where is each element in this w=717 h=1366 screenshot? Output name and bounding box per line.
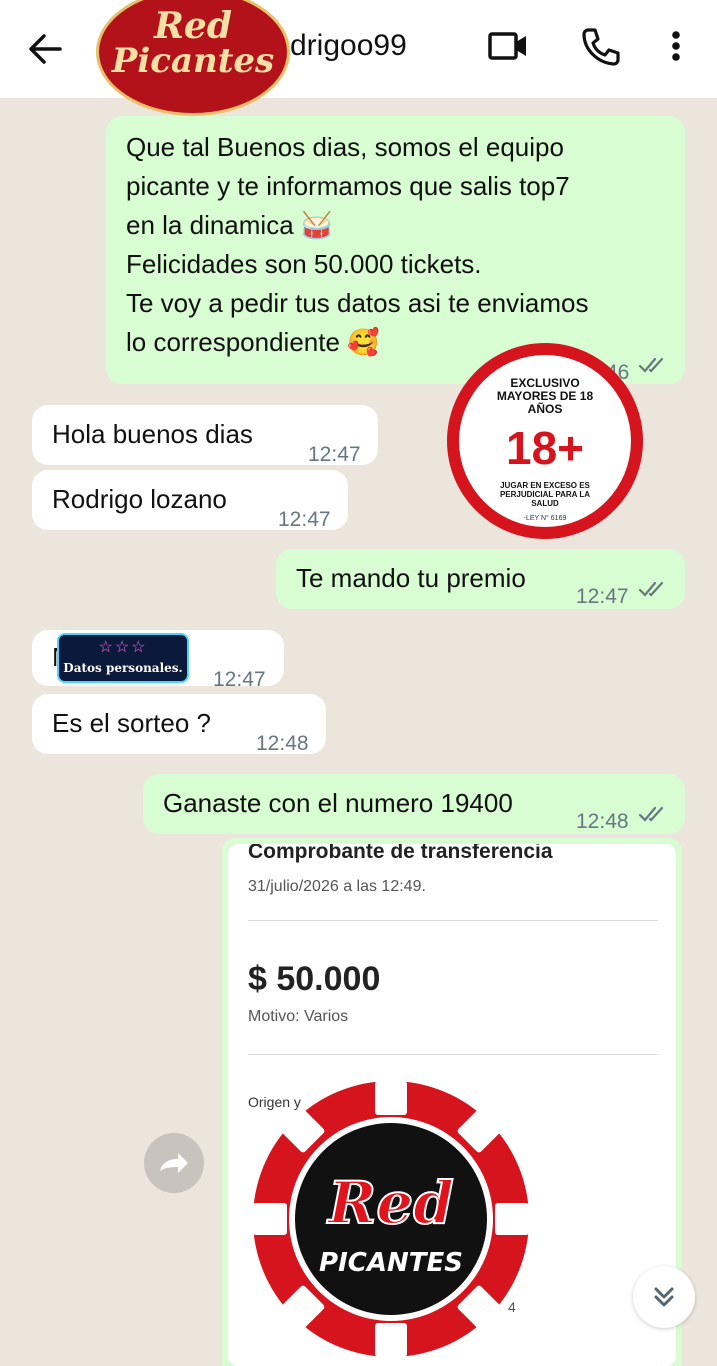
message-bubble-incoming[interactable]: Rodrigo lozano 12:47 (32, 470, 348, 531)
logo-line2: Picantes (111, 41, 275, 81)
read-ticks-icon (638, 806, 664, 822)
contact-name[interactable]: drigoo99 (290, 28, 407, 64)
message-line: picante y te informamos que salis top7 (126, 171, 570, 201)
message-time: 12:47 (308, 443, 361, 466)
receipt-motivo: Motivo: Varios (248, 1008, 349, 1025)
back-arrow-icon[interactable] (24, 28, 66, 70)
read-ticks-icon (638, 357, 664, 373)
message-line: Que tal Buenos dias, somos el equipo (126, 132, 564, 162)
message-line: en la dinamica 🥁 (126, 210, 334, 240)
receipt-date: 31/julio/2026 a las 12:49. (248, 878, 426, 895)
message-line: Felicidades son 50.000 tickets. (126, 249, 482, 279)
chip-logo-line1: Red (326, 1169, 454, 1237)
read-ticks-icon (638, 581, 664, 597)
message-time: 12:47 (576, 585, 629, 608)
seal-18-plus: 18+ (505, 422, 585, 474)
seal-warning-line: SALUD (531, 499, 559, 508)
star-icons: ☆☆☆ (98, 639, 148, 656)
seal-law: -LEY N° 6169 (523, 515, 567, 522)
chip-logo-line2: PICANTES (319, 1248, 463, 1278)
message-bubble-outgoing[interactable]: Que tal Buenos dias, somos el equipo pic… (106, 116, 685, 384)
forward-icon[interactable] (144, 1133, 204, 1193)
seal-warning-line: PERJUDICIAL PARA LA (499, 490, 591, 499)
seal-top-line: AÑOS (527, 402, 563, 416)
more-vert-icon[interactable] (654, 24, 698, 68)
message-bubble-incoming[interactable]: Es el sorteo ? 12:48 (32, 694, 326, 755)
message-bubble-outgoing[interactable]: Ganaste con el numero 19400 12:48 (143, 774, 685, 834)
divider (248, 920, 658, 921)
message-time: 12:47 (278, 508, 331, 531)
seal-warning-line: JUGAR EN EXCESO ES (500, 481, 590, 490)
message-text: Ganaste con el numero 19400 (163, 788, 513, 818)
datos-personales-sticker: ☆☆☆ Datos personales. (57, 633, 189, 683)
message-time: 12:48 (576, 810, 629, 833)
message-text: Es el sorteo ? (52, 708, 211, 738)
red-picantes-chip-logo: Red PICANTES (247, 1075, 535, 1363)
phone-icon[interactable] (578, 24, 622, 68)
chevron-double-down-icon (654, 1287, 674, 1307)
message-time: 12:48 (256, 732, 309, 755)
message-text: Rodrigo lozano (52, 484, 227, 514)
datos-label: Datos personales. (63, 661, 183, 675)
divider (248, 1054, 658, 1055)
message-bubble-outgoing[interactable]: Te mando tu premio 12:47 (276, 549, 685, 609)
receipt-title: Comprobante de transferencia (248, 844, 553, 863)
message-bubble-incoming[interactable]: Hola buenos dias 12:47 (32, 405, 378, 466)
video-call-icon[interactable] (486, 24, 530, 68)
scroll-to-bottom-button[interactable] (633, 1266, 695, 1328)
message-line: Te voy a pedir tus datos asi te enviamos (126, 288, 589, 318)
message-text: Te mando tu premio (296, 563, 526, 593)
age-restriction-seal: EXCLUSIVO MAYORES DE 18 AÑOS 18+ JUGAR E… (447, 343, 643, 539)
receipt-amount: $ 50.000 (248, 960, 381, 998)
message-text: Hola buenos dias (52, 419, 253, 449)
